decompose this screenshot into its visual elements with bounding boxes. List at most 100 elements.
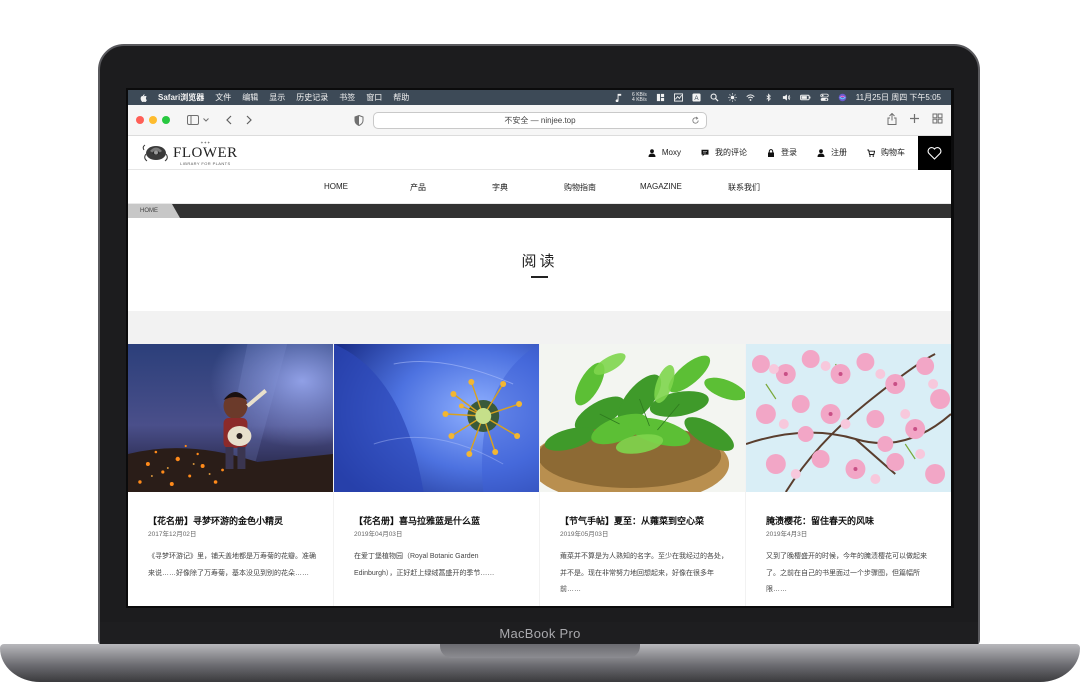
logo-text-block: ✦✦✦ FLOWER LIBRARY FOR PLANTS: [173, 140, 238, 166]
header-nav-my-comments[interactable]: 我的评论: [701, 147, 747, 158]
minimize-window-button[interactable]: [149, 116, 157, 124]
article-title[interactable]: 【节气手帖】夏至：从蕹菜到空心菜: [560, 514, 704, 527]
article-card[interactable]: 【花名册】寻梦环游的金色小精灵 2017年12月02日 《寻梦环游记》里，铺天盖…: [128, 344, 333, 606]
section-divider-band: [128, 311, 951, 344]
user-icon: [648, 148, 656, 157]
control-center-icon[interactable]: [820, 93, 829, 102]
nav-magazine[interactable]: MAGAZINE: [640, 182, 682, 191]
site-header: ✦✦✦ FLOWER LIBRARY FOR PLANTS Moxy 我的评论 …: [128, 136, 951, 170]
logo-subtitle: LIBRARY FOR PLANTS: [180, 161, 231, 166]
heart-icon: [927, 146, 942, 160]
menubar-clock[interactable]: 11月25日 周四 下午5:05: [856, 92, 941, 103]
tab-overview-icon[interactable]: [932, 113, 943, 124]
wifi-icon[interactable]: [746, 93, 755, 102]
site-logo[interactable]: ✦✦✦ FLOWER LIBRARY FOR PLANTS: [142, 140, 238, 166]
article-image-water-spinach[interactable]: [540, 344, 745, 492]
menu-file[interactable]: 文件: [215, 92, 231, 103]
menu-help[interactable]: 帮助: [393, 92, 409, 103]
article-date: 2019年04月03日: [354, 531, 403, 538]
address-bar[interactable]: 不安全 — ninjee.top: [373, 112, 707, 129]
title-underline: [531, 276, 548, 278]
brightness-icon[interactable]: [728, 93, 737, 102]
menu-bookmarks[interactable]: 书签: [339, 92, 355, 103]
volume-icon[interactable]: [782, 93, 791, 102]
header-nav-register[interactable]: 注册: [817, 147, 847, 158]
battery-icon[interactable]: [799, 93, 811, 102]
article-card[interactable]: 【花名册】喜马拉雅蓝是什么蓝 2019年04月03日 在爱丁堡植物园（Royal…: [334, 344, 539, 606]
header-nav-label: Moxy: [661, 148, 681, 157]
nav-products[interactable]: 产品: [410, 182, 426, 193]
header-user-nav: Moxy 我的评论 登录 注册 购物车: [648, 147, 905, 158]
menu-edit[interactable]: 编辑: [242, 92, 258, 103]
rose-logo-icon: [142, 144, 168, 162]
menu-window[interactable]: 窗口: [366, 92, 382, 103]
browser-toolbar: 不安全 — ninjee.top: [128, 105, 951, 136]
article-title[interactable]: 【花名册】寻梦环游的金色小精灵: [148, 514, 283, 527]
article-image-coco[interactable]: [128, 344, 333, 492]
chevron-right-icon: [246, 115, 252, 125]
apple-icon[interactable]: [138, 93, 148, 103]
article-date: 2017年12月02日: [148, 531, 197, 538]
chevron-down-icon: [203, 118, 209, 122]
article-excerpt: 《寻梦环游记》里，铺天盖地都是万寿菊的花瓣。准确来说……好像除了万寿菊，基本没见…: [148, 553, 316, 577]
header-nav-cart[interactable]: 购物车: [867, 147, 905, 158]
article-card[interactable]: 【节气手帖】夏至：从蕹菜到空心菜 2019年05月03日 蕹菜并不算是为人熟知的…: [540, 344, 745, 606]
menu-view[interactable]: 显示: [269, 92, 285, 103]
zoom-window-button[interactable]: [162, 116, 170, 124]
nav-shopping-guide[interactable]: 购物指南: [564, 182, 596, 193]
menubar-menu: Safari浏览器 文件 编辑 显示 历史记录 书签 窗口 帮助: [158, 92, 409, 103]
mac-menubar: Safari浏览器 文件 编辑 显示 历史记录 书签 窗口 帮助 6 KB/s …: [128, 90, 951, 105]
comment-icon: [701, 149, 709, 156]
net-download: 4 KB/s: [632, 96, 647, 103]
address-text: 不安全 — ninjee.top: [504, 116, 576, 125]
toolbar-right-actions: [887, 113, 943, 125]
new-tab-icon[interactable]: [909, 113, 920, 124]
article-excerpt: 又到了晚樱盛开的时候，今年的腌渍樱花可以做起来了。之前在自己的书里面过一个步骤图…: [766, 553, 927, 593]
article-image-blue-poppy[interactable]: [334, 344, 539, 492]
menubar-status: 6 KB/s 4 KB/s A 11月25日 周四 下午5:05: [614, 92, 951, 103]
cart-icon: [867, 149, 875, 157]
sidebar-icon: [187, 115, 199, 125]
siri-icon[interactable]: [838, 93, 847, 102]
menu-history[interactable]: 历史记录: [296, 92, 328, 103]
search-icon[interactable]: [710, 93, 719, 102]
page-title: 阅读: [521, 253, 558, 270]
header-nav-label: 我的评论: [715, 148, 747, 157]
article-card-grid: 【花名册】寻梦环游的金色小精灵 2017年12月02日 《寻梦环游记》里，铺天盖…: [128, 344, 951, 606]
back-button[interactable]: [222, 114, 236, 126]
tab-group-menu-button[interactable]: [202, 114, 210, 126]
stage: MacBook Pro Safari浏览器 文件 编辑 显示 历史记录 书签 窗…: [0, 0, 1080, 696]
article-title[interactable]: 腌渍樱花：留住春天的风味: [766, 514, 874, 527]
network-speed[interactable]: 6 KB/s 4 KB/s: [632, 92, 647, 103]
article-excerpt: 在爱丁堡植物园（Royal Botanic Garden Edinburgh），…: [354, 553, 495, 577]
header-nav-label: 购物车: [881, 148, 905, 157]
nav-dictionary[interactable]: 字典: [492, 182, 508, 193]
bluetooth-icon[interactable]: [764, 93, 773, 102]
reload-icon[interactable]: [691, 116, 700, 125]
wishlist-button[interactable]: [918, 136, 951, 170]
menu-app-name[interactable]: Safari浏览器: [158, 92, 204, 103]
article-title[interactable]: 【花名册】喜马拉雅蓝是什么蓝: [354, 514, 480, 527]
user-icon: [817, 148, 825, 157]
privacy-shield-icon[interactable]: [354, 115, 364, 126]
keyboard-input-icon[interactable]: A: [692, 93, 701, 102]
screen: Safari浏览器 文件 编辑 显示 历史记录 书签 窗口 帮助 6 KB/s …: [128, 90, 951, 606]
music-note-icon[interactable]: [614, 93, 623, 102]
header-nav-user[interactable]: Moxy: [648, 147, 681, 158]
close-window-button[interactable]: [136, 116, 144, 124]
article-image-cherry-blossom[interactable]: [746, 344, 951, 492]
header-nav-login[interactable]: 登录: [767, 147, 797, 158]
forward-button[interactable]: [242, 114, 256, 126]
sidebar-toggle-button[interactable]: [186, 114, 200, 126]
share-icon[interactable]: [887, 113, 897, 125]
breadcrumb-home[interactable]: HOME: [128, 204, 180, 218]
logo-title: FLOWER: [173, 145, 238, 161]
grid-app-icon[interactable]: [656, 93, 665, 102]
nav-contact[interactable]: 联系我们: [728, 182, 760, 193]
article-card[interactable]: 腌渍樱花：留住春天的风味 2019年4月3日 又到了晚樱盛开的时候，今年的腌渍樱…: [746, 344, 951, 606]
window-controls: [136, 116, 170, 124]
activity-monitor-icon[interactable]: [673, 93, 683, 102]
lock-icon: [768, 148, 774, 157]
nav-home[interactable]: HOME: [324, 182, 348, 191]
header-nav-label: 登录: [781, 148, 797, 157]
